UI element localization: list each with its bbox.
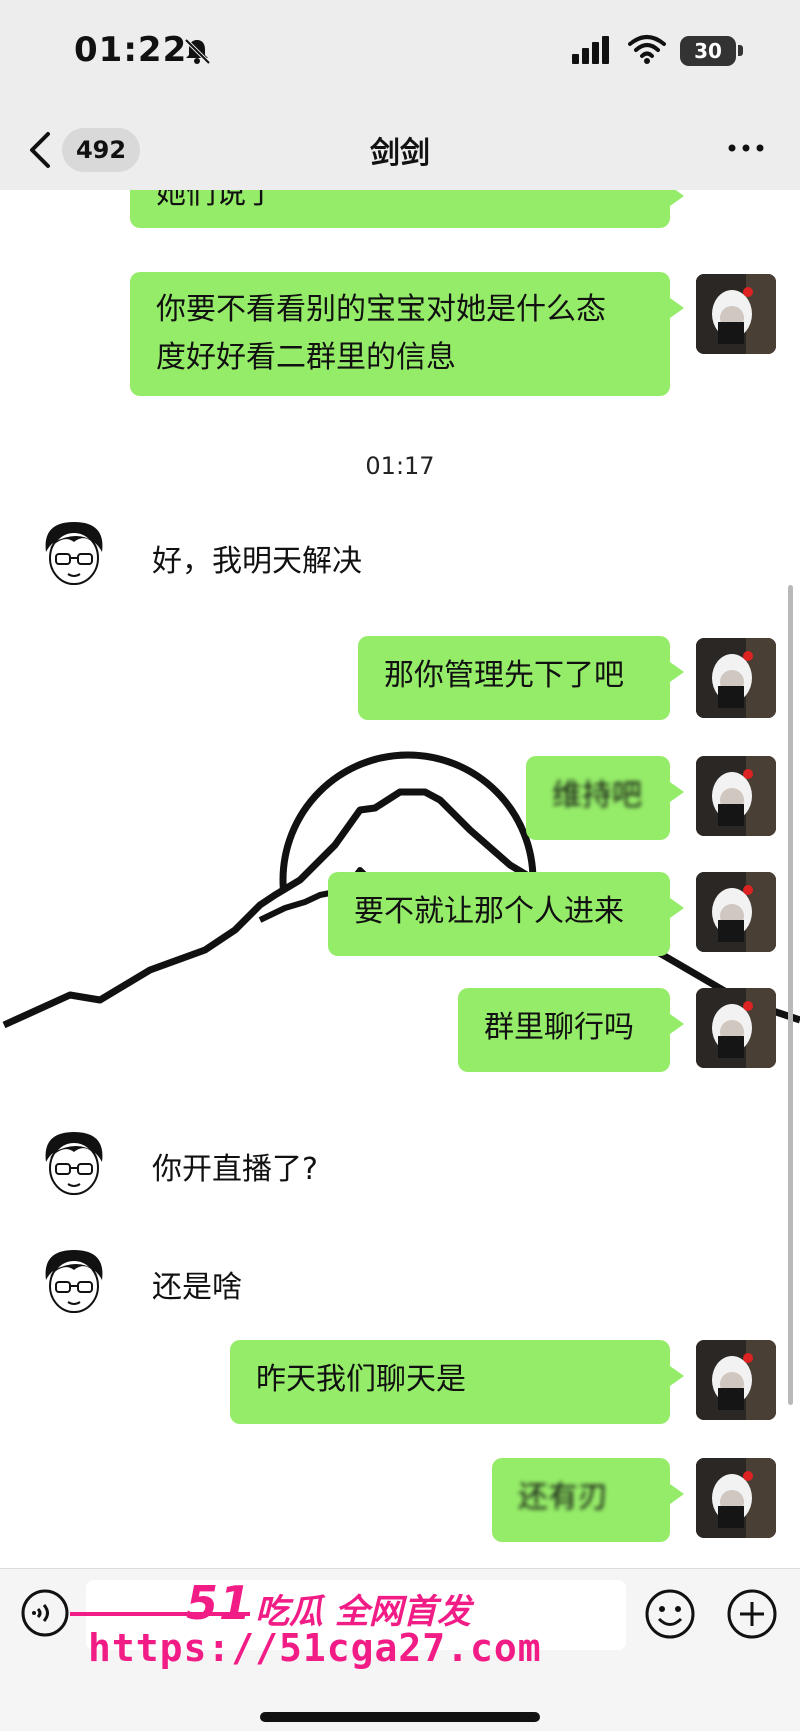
my-avatar[interactable] (696, 1458, 776, 1538)
chat-background-mountain (2, 751, 800, 1029)
message-text: 昨天我们聊天是 (256, 1362, 466, 1397)
avatar-photo (696, 274, 776, 354)
my-avatar[interactable] (696, 274, 776, 354)
wifi-icon (628, 35, 666, 64)
avatar-photo (696, 638, 776, 718)
more-icon[interactable] (726, 136, 766, 160)
message-bubble[interactable]: 那你管理先下了吧 (358, 636, 684, 720)
watermark-url: https://51cga27.com (88, 1626, 542, 1670)
emoji-icon[interactable] (644, 1588, 696, 1640)
contact-avatar[interactable] (34, 1122, 114, 1202)
message-bubble[interactable]: 你要不看看别的宝宝对她是什么态 度好好看二群里的信息 (130, 272, 684, 396)
message-timestamp: 01:17 (365, 452, 435, 480)
message-text: 那你管理先下了吧 (384, 658, 624, 693)
signal-icon (572, 36, 609, 64)
voice-icon[interactable] (20, 1588, 70, 1638)
message-text[interactable]: 你开直播了? (152, 1146, 318, 1194)
chat-area[interactable]: 她们说了 你要不看看别的宝宝对她是什么态 度好好看二群里的信息 01:17 好，… (0, 190, 800, 1568)
message-text[interactable]: 还是啥 (152, 1264, 242, 1312)
my-avatar[interactable] (696, 988, 776, 1068)
back-chevron-icon[interactable] (26, 130, 54, 170)
avatar-photo (696, 988, 776, 1068)
battery-icon: 30 (680, 36, 736, 66)
avatar-photo (696, 1458, 776, 1538)
contact-avatar[interactable] (34, 512, 114, 592)
avatar-photo (696, 1340, 776, 1420)
message-bubble[interactable]: 要不就让那个人进来 (328, 872, 684, 956)
message-text: 要不就让那个人进来 (354, 894, 624, 929)
avatar-photo (696, 756, 776, 836)
message-text: 群里聊行吗 (484, 1010, 634, 1045)
message-bubble[interactable]: 昨天我们聊天是 (230, 1340, 684, 1424)
message-bubble[interactable]: 她们说了 (130, 190, 684, 228)
message-text-line: 你要不看看别的宝宝对她是什么态 (156, 292, 606, 327)
message-text: 还有刃 (518, 1480, 608, 1515)
message-bubble[interactable]: 群里聊行吗 (458, 988, 684, 1072)
my-avatar[interactable] (696, 638, 776, 718)
avatar-photo (696, 872, 776, 952)
battery-tip (738, 45, 743, 56)
chat-title: 剑剑 (370, 136, 430, 171)
message-text: 她们说了 (156, 190, 276, 211)
chat-header: 492 剑剑 (0, 110, 800, 191)
message-text: 维持吧 (552, 778, 642, 813)
status-bar: 01:22 30 (0, 0, 800, 110)
watermark-line (70, 1612, 250, 1616)
message-text-line: 度好好看二群里的信息 (156, 340, 456, 375)
contact-avatar[interactable] (34, 1240, 114, 1320)
unread-count-badge[interactable]: 492 (62, 128, 140, 172)
my-avatar[interactable] (696, 1340, 776, 1420)
my-avatar[interactable] (696, 872, 776, 952)
plus-icon[interactable] (726, 1588, 778, 1640)
watermark-brand: 51 (186, 1576, 253, 1630)
message-bubble[interactable]: 还有刃 (492, 1458, 684, 1542)
status-time: 01:22 (74, 30, 188, 70)
message-bubble[interactable]: 维持吧 (526, 756, 684, 840)
home-indicator[interactable] (260, 1712, 540, 1722)
my-avatar[interactable] (696, 756, 776, 836)
chat-scrollbar[interactable] (788, 585, 793, 1405)
bell-muted-icon (184, 38, 211, 65)
message-text[interactable]: 好，我明天解决 (152, 538, 362, 586)
